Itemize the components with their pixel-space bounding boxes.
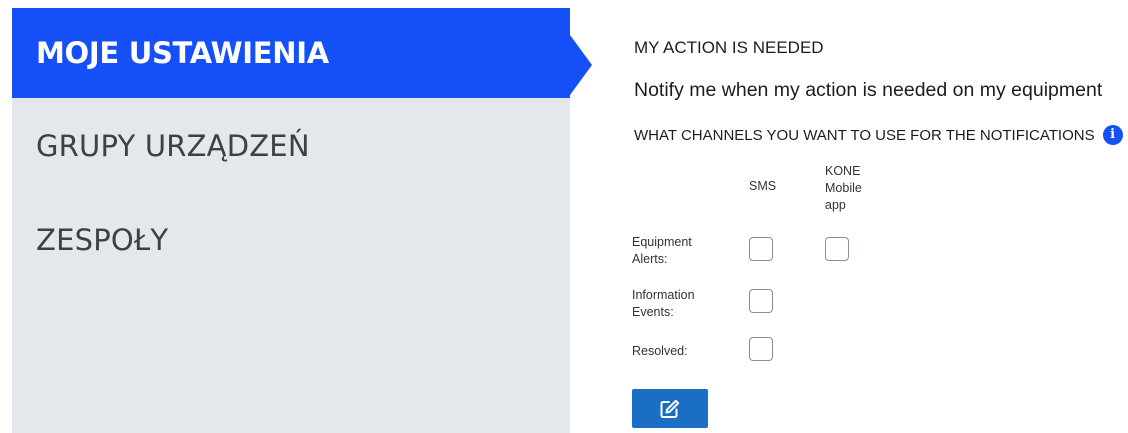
sidebar-item-label: MOJE USTAWIENIA	[36, 36, 329, 70]
information-events-sms-checkbox[interactable]	[749, 289, 773, 313]
sidebar-item-grupy-urzadzen[interactable]: GRUPY URZĄDZEŃ	[12, 98, 570, 194]
active-item-pointer	[570, 35, 592, 95]
equipment-alerts-sms-checkbox[interactable]	[749, 237, 773, 261]
sidebar-item-label: GRUPY URZĄDZEŃ	[36, 129, 310, 163]
equipment-alerts-app-checkbox[interactable]	[825, 237, 849, 261]
resolved-sms-checkbox[interactable]	[749, 337, 773, 361]
channels-heading-text: WHAT CHANNELS YOU WANT TO USE FOR THE NO…	[634, 126, 1095, 144]
column-header-sms: SMS	[749, 179, 777, 193]
edit-button[interactable]	[632, 389, 708, 428]
row-label-equipment-alerts: Equipment Alerts:	[632, 235, 692, 266]
row-label-resolved: Resolved:	[632, 344, 688, 358]
sidebar: MOJE USTAWIENIA GRUPY URZĄDZEŃ ZESPOŁY	[12, 8, 570, 433]
channels-heading: WHAT CHANNELS YOU WANT TO USE FOR THE NO…	[634, 125, 1123, 145]
edit-icon	[659, 398, 681, 420]
info-icon[interactable]: i	[1102, 125, 1123, 145]
column-header-kone-mobile-app: KONE Mobile app	[825, 164, 862, 212]
section-subtitle: Notify me when my action is needed on my…	[634, 79, 1103, 101]
notification-settings-panel: MY ACTION IS NEEDED Notify me when my ac…	[632, 0, 1123, 433]
sidebar-item-moje-ustawienia[interactable]: MOJE USTAWIENIA	[12, 8, 570, 98]
row-label-information-events: Information Events:	[632, 288, 695, 319]
sidebar-item-zespoly[interactable]: ZESPOŁY	[12, 194, 570, 286]
sidebar-item-label: ZESPOŁY	[36, 223, 169, 257]
section-title: MY ACTION IS NEEDED	[634, 38, 824, 57]
